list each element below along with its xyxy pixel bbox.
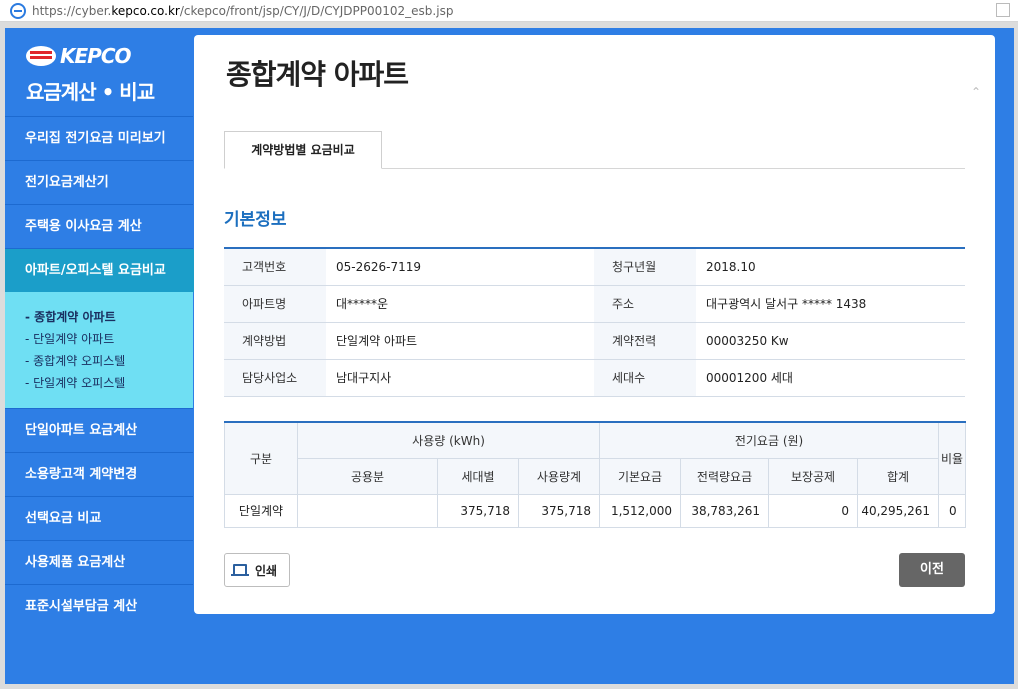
sidebar-item-apartment-compare[interactable]: 아파트/오피스텔 요금비교 (5, 248, 215, 293)
customer-no-label: 고객번호 (224, 248, 326, 286)
contract-method-value: 단일계약 아파트 (326, 322, 594, 360)
table-row: 고객번호 05-2626-7119 청구년월 2018.10 (224, 248, 965, 286)
address-bar[interactable]: https://cyber.kepco.co.kr/ckepco/front/j… (0, 0, 1018, 22)
logo-subtitle: 요금계산 • 비교 (26, 80, 155, 104)
browser-icon (10, 2, 26, 19)
subnav-item-single-apartment[interactable]: - 단일계약 아파트 (25, 328, 193, 350)
cell-energy: 38,783,261 (680, 493, 770, 528)
table-row: 계약방법 단일계약 아파트 계약전력 00003250 Kw (224, 322, 965, 360)
kepco-logo[interactable]: KEPCO 요금계산 • 비교 (26, 44, 155, 105)
prev-button[interactable]: 이전 (899, 553, 965, 587)
sidebar-item-moving-bill[interactable]: 주택용 이사요금 계산 (5, 204, 193, 248)
cell-deduction: 0 (768, 493, 859, 528)
subnav-item-combined-officetel[interactable]: - 종합계약 오피스텔 (25, 350, 193, 372)
tab-contract-compare[interactable]: 계약방법별 요금비교 (224, 131, 382, 169)
table-row: 아파트명 대*****운 주소 대구광역시 달서구 ***** 1438 (224, 285, 965, 323)
sidebar-item-appliance-calc[interactable]: 사용제품 요금계산 (5, 540, 193, 584)
table-row: 단일계약 375,718 375,718 1,512,000 38,783,26… (224, 493, 967, 528)
col-header-energy: 전력량요금 (680, 457, 770, 495)
kepco-logo-icon (26, 46, 56, 66)
scroll-up-icon[interactable]: ⌃ (971, 85, 981, 99)
col-group-usage: 사용량 (kWh) (296, 421, 601, 459)
customer-no-value: 05-2626-7119 (326, 248, 594, 286)
url-text[interactable]: https://cyber.kepco.co.kr/ckepco/front/j… (32, 4, 453, 18)
sidebar-item-single-apartment-calc[interactable]: 단일아파트 요금계산 (5, 408, 193, 452)
contract-power-label: 계약전력 (594, 322, 696, 360)
col-group-charge: 전기요금 (원) (599, 421, 940, 459)
cell-ratio: 0 (938, 493, 967, 528)
col-header-deduction: 보장공제 (768, 457, 859, 495)
households-value: 00001200 세대 (696, 359, 965, 397)
col-header-total: 합계 (857, 457, 940, 495)
cell-usage-total: 375,718 (517, 493, 601, 528)
logo-text: KEPCO (60, 44, 131, 68)
contract-power-value: 00003250 Kw (696, 322, 965, 360)
printer-icon (231, 564, 249, 576)
office-value: 남대구지사 (326, 359, 594, 397)
col-header-household: 세대별 (437, 457, 519, 495)
table-header-row: 구분 사용량 (kWh) 전기요금 (원) 비율 (224, 421, 967, 495)
col-header-category: 구분 (224, 421, 298, 495)
content-panel: ⌃ ⌄ 종합계약 아파트 계약방법별 요금비교 기본정보 고객번호 05-262… (194, 35, 995, 614)
sidebar-subnav: - 종합계약 아파트 - 단일계약 아파트 - 종합계약 오피스텔 - 단일계약… (5, 292, 193, 408)
table-row: 담당사업소 남대구지사 세대수 00001200 세대 (224, 359, 965, 397)
sidebar-item-calculator[interactable]: 전기요금계산기 (5, 160, 193, 204)
sidebar-item-contract-change[interactable]: 소용량고객 계약변경 (5, 452, 193, 496)
office-label: 담당사업소 (224, 359, 326, 397)
sidebar-nav: 우리집 전기요금 미리보기 전기요금계산기 주택용 이사요금 계산 아파트/오피… (5, 116, 215, 628)
cell-basic: 1,512,000 (599, 493, 682, 528)
bill-month-label: 청구년월 (594, 248, 696, 286)
address-label: 주소 (594, 285, 696, 323)
subnav-item-single-officetel[interactable]: - 단일계약 오피스텔 (25, 372, 193, 394)
row-label: 단일계약 (224, 493, 298, 528)
tab-bar: 계약방법별 요금비교 (224, 131, 965, 169)
charge-comparison-table: 구분 사용량 (kWh) 전기요금 (원) 비율 공용분 세대별 사용량계 기본… (224, 421, 967, 528)
print-label: 인쇄 (255, 563, 278, 578)
cell-common (297, 493, 438, 528)
sidebar-item-optional-rate[interactable]: 선택요금 비교 (5, 496, 193, 540)
table-header-row: 공용분 세대별 사용량계 기본요금 전력량요금 보장공제 합계 (225, 457, 966, 495)
households-label: 세대수 (594, 359, 696, 397)
cell-household: 375,718 (437, 493, 519, 528)
col-header-common: 공용분 (297, 457, 438, 495)
address-value: 대구광역시 달서구 ***** 1438 (696, 285, 965, 323)
section-title: 기본정보 (224, 210, 287, 230)
contract-method-label: 계약방법 (224, 322, 326, 360)
page-title: 종합계약 아파트 (226, 58, 409, 91)
bill-month-value: 2018.10 (696, 248, 965, 286)
sidebar-item-bill-preview[interactable]: 우리집 전기요금 미리보기 (5, 116, 193, 160)
col-header-ratio: 비율 (938, 421, 967, 495)
window-control-button[interactable] (996, 3, 1010, 17)
col-header-usage-total: 사용량계 (517, 457, 601, 495)
col-header-basic: 기본요금 (599, 457, 682, 495)
basic-info-table: 고객번호 05-2626-7119 청구년월 2018.10 아파트명 대***… (224, 247, 965, 397)
print-button[interactable]: 인쇄 (224, 553, 290, 587)
sidebar-item-facility-charge[interactable]: 표준시설부담금 계산 (5, 584, 193, 628)
apt-name-label: 아파트명 (224, 285, 326, 323)
apt-name-value: 대*****운 (326, 285, 594, 323)
subnav-item-combined-apartment[interactable]: - 종합계약 아파트 (25, 306, 193, 328)
cell-total: 40,295,261 (857, 493, 940, 528)
